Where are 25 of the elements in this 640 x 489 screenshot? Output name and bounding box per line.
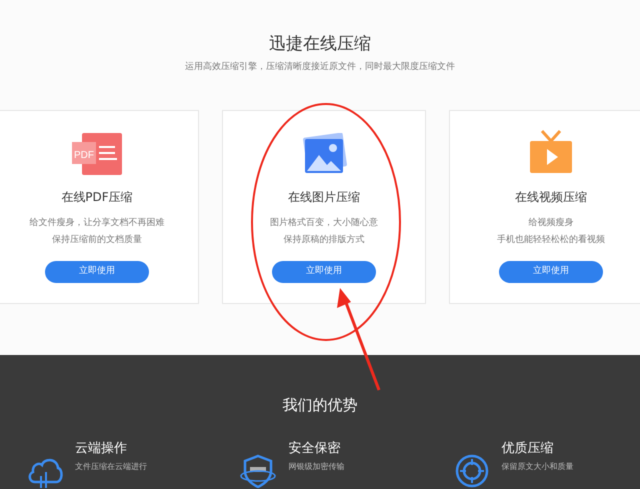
card-description: 给文件瘦身，让分享文档不再困难 (30, 216, 164, 230)
card-title: 在线图片压缩 (288, 189, 360, 205)
card-title: 在线视频压缩 (515, 189, 587, 205)
card-description: 保持原稿的排版方式 (284, 234, 364, 247)
card-description: 保持压缩前的文档质量 (52, 234, 142, 247)
target-icon (454, 454, 490, 488)
card-description: 手机也能轻轻松松的看视频 (497, 234, 605, 247)
shield-icon (240, 454, 276, 488)
section-title: 迅捷在线压缩 (269, 33, 371, 55)
section-subtitle: 运用高效压缩引擎，压缩清晰度接近原文件，同时最大限度压缩文件 (185, 61, 455, 73)
use-now-button[interactable]: 立即使用 (272, 261, 376, 283)
advantage-title: 安全保密 (288, 440, 342, 458)
advantage-description: 网银级加密传输 (288, 461, 344, 473)
tv-play-icon (528, 129, 574, 175)
card-description: 给视频瘦身 (528, 216, 574, 230)
card-description: 图片格式百变，大小随心意 (270, 216, 378, 230)
use-now-button[interactable]: 立即使用 (499, 261, 603, 283)
advantage-description: 文件压缩在云端进行 (75, 461, 147, 473)
advantage-title: 优质压缩 (502, 440, 555, 458)
image-picture-icon (301, 133, 347, 175)
advantages-title: 我们的优势 (282, 395, 358, 415)
use-now-button[interactable]: 立即使用 (45, 261, 149, 283)
advantage-description: 保留原文大小和质量 (502, 461, 574, 473)
advantage-title: 云端操作 (75, 440, 128, 458)
card-title: 在线PDF压缩 (61, 189, 133, 205)
